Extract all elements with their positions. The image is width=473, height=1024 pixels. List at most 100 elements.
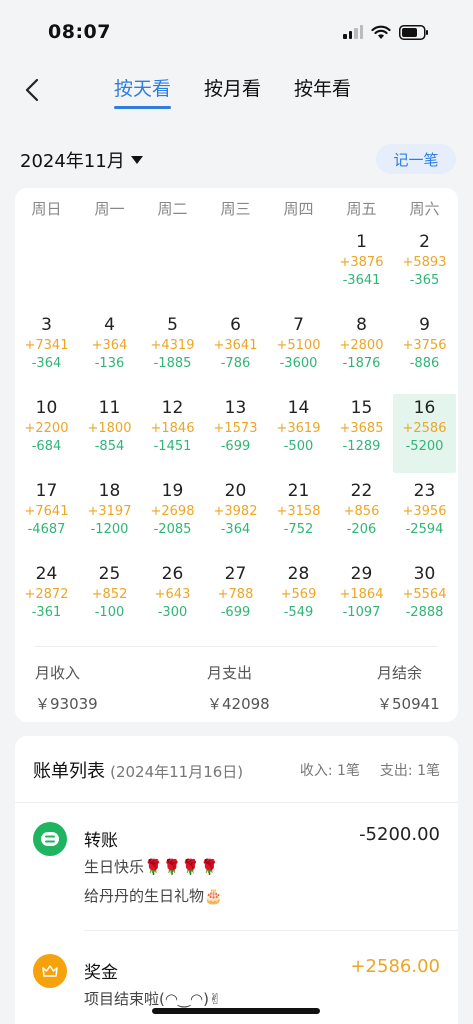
calendar-day-cell[interactable]: 30 +5564 -2888 (393, 560, 456, 639)
calendar-day-cell[interactable]: 11 +1800 -854 (78, 394, 141, 473)
weekday-label: 周二 (157, 200, 188, 218)
summary-balance: 月结余 ￥50941 (377, 662, 440, 714)
summary-income-label: 月收入 (35, 664, 81, 682)
day-expense: -1876 (342, 356, 381, 371)
crown-icon (33, 954, 67, 988)
tab-monthly[interactable]: 按月看 (204, 74, 261, 109)
calendar-day-cell[interactable]: 28 +569 -549 (267, 560, 330, 639)
day-number: 30 (413, 564, 436, 584)
day-expense: -1451 (153, 439, 192, 454)
bill-note: 给丹丹的生日礼物🎂 (84, 887, 223, 905)
day-expense: -3641 (342, 273, 381, 288)
calendar-day-cell[interactable]: 21 +3158 -752 (267, 477, 330, 556)
calendar-day-cell[interactable]: 12 +1846 -1451 (141, 394, 204, 473)
tab-yearly[interactable]: 按年看 (294, 74, 351, 109)
day-number: 16 (413, 398, 436, 418)
calendar-day-cell[interactable]: 7 +5100 -3600 (267, 311, 330, 390)
record-button[interactable]: 记一笔 (376, 144, 456, 174)
calendar-day-cell[interactable]: 3 +7341 -364 (15, 311, 78, 390)
day-expense: -4687 (27, 522, 66, 537)
day-expense: -364 (220, 522, 251, 537)
day-number: 24 (35, 564, 58, 584)
day-income: +3619 (276, 421, 321, 436)
calendar-day-cell[interactable]: 24 +2872 -361 (15, 560, 78, 639)
tab-daily[interactable]: 按天看 (114, 74, 172, 109)
day-expense: -684 (31, 439, 62, 454)
calendar-empty-cell (267, 228, 330, 307)
view-tabs: 按天看 按月看 按年看 (114, 74, 351, 109)
day-number: 6 (230, 315, 241, 335)
day-expense: -1885 (153, 356, 192, 371)
day-number: 25 (98, 564, 121, 584)
day-number: 23 (413, 481, 436, 501)
bill-list-date: (2024年11月16日) (110, 763, 244, 781)
calendar-day-cell[interactable]: 25 +852 -100 (78, 560, 141, 639)
calendar-day-cell[interactable]: 4 +364 -136 (78, 311, 141, 390)
bill-item-transfer[interactable]: 转账 -5200.00 生日快乐🌹🌹🌹🌹 给丹丹的生日礼物🎂 (33, 822, 458, 932)
calendar-day-cell[interactable]: 20 +3982 -364 (204, 477, 267, 556)
income-count: 收入: 1笔 (299, 763, 360, 779)
month-label: 2024年11月 (20, 151, 125, 172)
calendar-empty-cell (78, 228, 141, 307)
day-number: 17 (35, 481, 58, 501)
status-time: 08:07 (48, 21, 111, 43)
day-expense: -5200 (405, 439, 444, 454)
top-navigation: 按天看 按月看 按年看 (0, 66, 473, 114)
summary-balance-label: 月结余 (377, 664, 423, 682)
signal-icon (343, 25, 363, 39)
day-expense: -699 (220, 605, 251, 620)
calendar-empty-cell (141, 228, 204, 307)
day-income: +2872 (24, 587, 69, 602)
calendar-day-cell[interactable]: 15 +3685 -1289 (330, 394, 393, 473)
calendar-day-cell[interactable]: 27 +788 -699 (204, 560, 267, 639)
day-expense: -3600 (279, 356, 318, 371)
weekday-header: 周日 周一 周二 周三 周四 周五 周六 (15, 198, 458, 219)
calendar-day-cell[interactable]: 10 +2200 -684 (15, 394, 78, 473)
day-number: 26 (161, 564, 184, 584)
day-number: 3 (41, 315, 52, 335)
day-income: +7341 (24, 338, 69, 353)
month-picker[interactable]: 2024年11月 (20, 147, 143, 173)
day-number: 14 (287, 398, 310, 418)
calendar-empty-cell (15, 228, 78, 307)
day-number: 4 (104, 315, 115, 335)
back-button[interactable] (18, 74, 46, 106)
day-income: +852 (91, 587, 128, 602)
calendar-day-cell[interactable]: 22 +856 -206 (330, 477, 393, 556)
calendar-day-cell[interactable]: 29 +1864 -1097 (330, 560, 393, 639)
month-toolbar: 2024年11月 记一笔 (20, 144, 456, 174)
day-expense: -300 (157, 605, 188, 620)
weekday-label: 周六 (409, 200, 440, 218)
expense-count: 支出: 1笔 (379, 763, 440, 779)
day-income: +2586 (402, 421, 447, 436)
calendar-day-cell[interactable]: 17 +7641 -4687 (15, 477, 78, 556)
day-income: +788 (217, 587, 254, 602)
day-expense: -100 (94, 605, 125, 620)
calendar-day-cell[interactable]: 8 +2800 -1876 (330, 311, 393, 390)
calendar-card: 周日 周一 周二 周三 周四 周五 周六 1 +3876 -3641 2 +5893 -3… (15, 188, 458, 722)
divider (15, 802, 458, 803)
calendar-day-cell[interactable]: 18 +3197 -1200 (78, 477, 141, 556)
day-number: 21 (287, 481, 310, 501)
calendar-day-cell[interactable]: 19 +2698 -2085 (141, 477, 204, 556)
calendar-day-cell[interactable]: 13 +1573 -699 (204, 394, 267, 473)
day-income: +3197 (87, 504, 132, 519)
calendar-day-cell[interactable]: 9 +3756 -886 (393, 311, 456, 390)
battery-icon (399, 24, 429, 40)
calendar-day-cell[interactable]: 5 +4319 -1885 (141, 311, 204, 390)
calendar-day-cell[interactable]: 1 +3876 -3641 (330, 228, 393, 307)
day-income: +4319 (150, 338, 195, 353)
calendar-day-cell[interactable]: 26 +643 -300 (141, 560, 204, 639)
day-income: +1800 (87, 421, 132, 436)
calendar-day-cell[interactable]: 14 +3619 -500 (267, 394, 330, 473)
divider (84, 930, 458, 931)
day-number: 19 (161, 481, 184, 501)
transfer-icon (33, 822, 67, 856)
calendar-day-cell[interactable]: 16 +2586 -5200 (393, 394, 456, 473)
calendar-day-cell[interactable]: 6 +3641 -786 (204, 311, 267, 390)
calendar-day-cell[interactable]: 2 +5893 -365 (393, 228, 456, 307)
day-income: +3956 (402, 504, 447, 519)
bill-amount: +2586.00 (350, 956, 440, 977)
calendar-day-cell[interactable]: 23 +3956 -2594 (393, 477, 456, 556)
day-income: +3876 (339, 255, 384, 270)
